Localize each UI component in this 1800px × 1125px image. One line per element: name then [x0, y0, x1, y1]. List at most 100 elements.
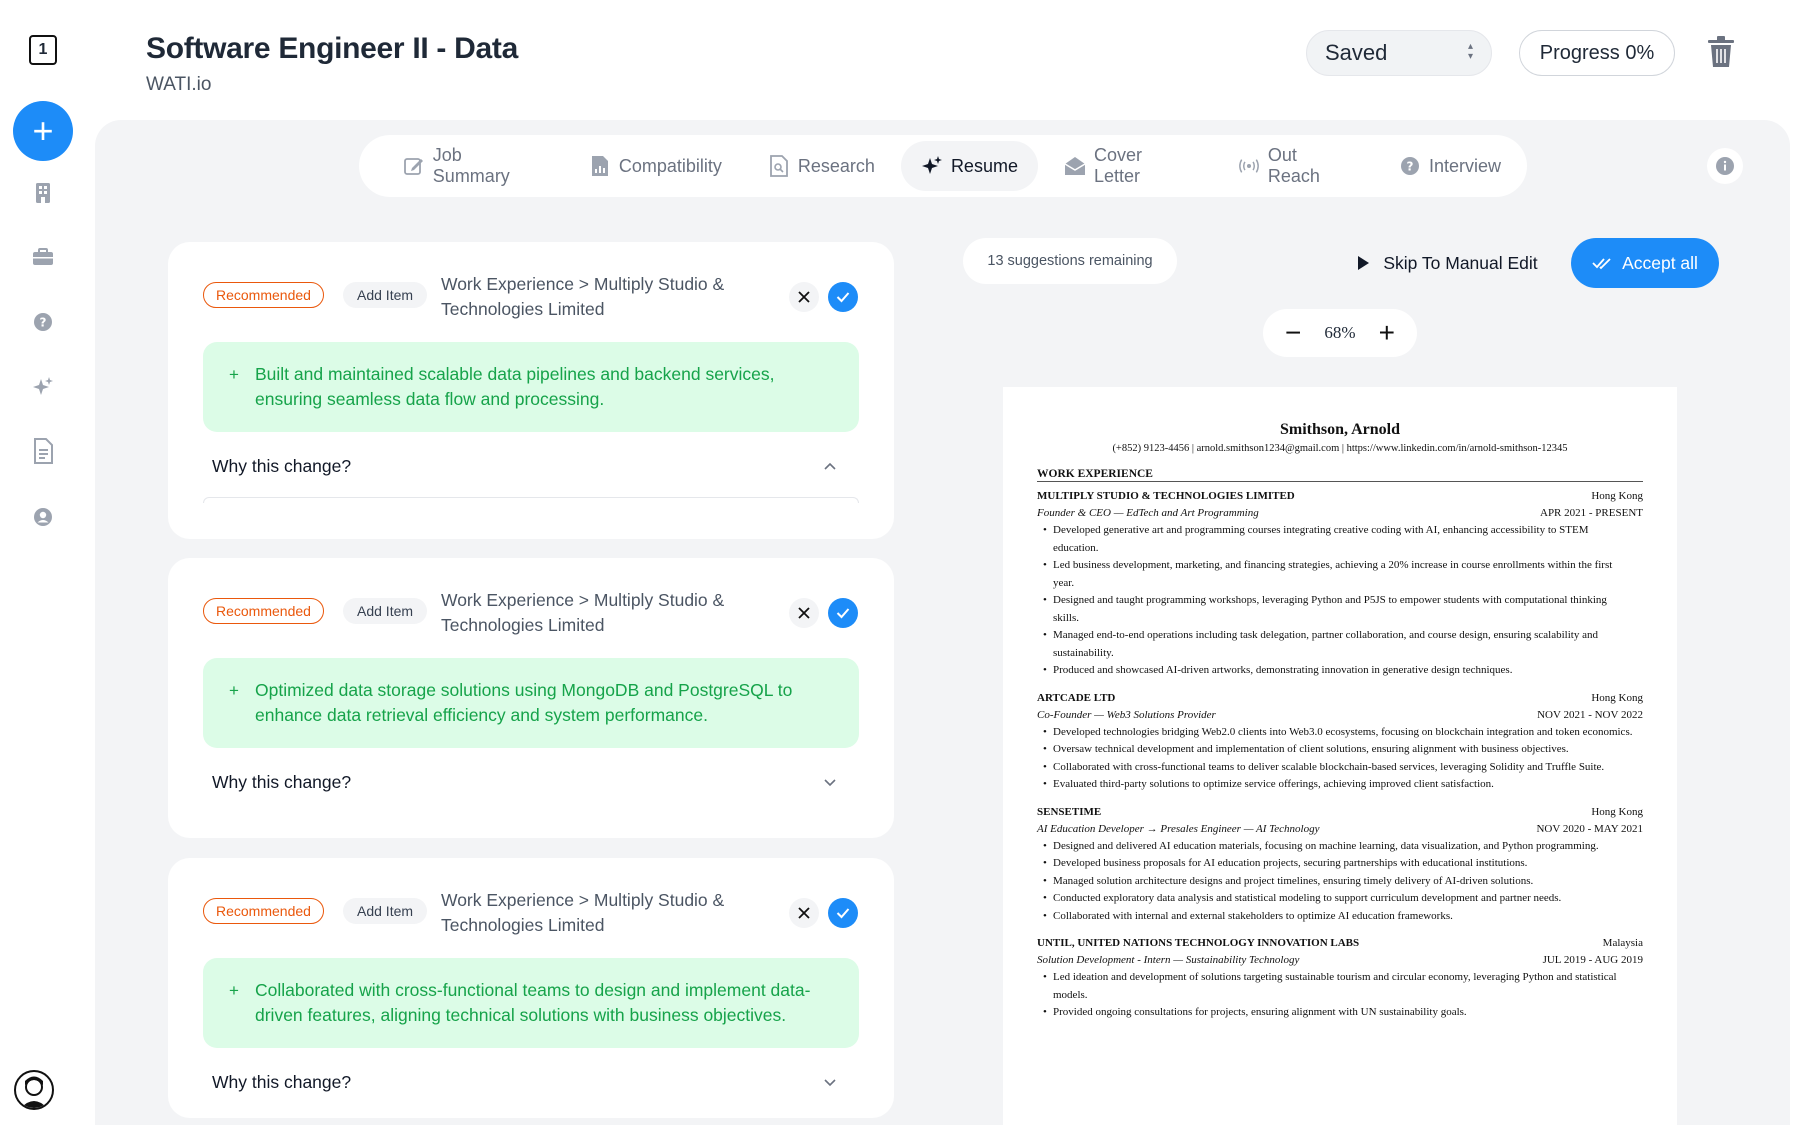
user-icon[interactable]	[29, 503, 57, 531]
resume-bullet: Evaluated third-party solutions to optim…	[1043, 776, 1643, 794]
tab-job-summary[interactable]: Job Summary	[383, 141, 563, 191]
edit-icon	[403, 155, 425, 177]
resume-company: SENSETIME	[1037, 805, 1102, 818]
resume-job-role-row: Co-Founder — Web3 Solutions Provider NOV …	[1037, 707, 1643, 724]
suggestions-remaining-badge: 13 suggestions remaining	[963, 238, 1177, 284]
chevron-down-icon[interactable]	[822, 774, 838, 790]
chevron-down-icon[interactable]	[822, 1074, 838, 1090]
zoom-level: 68%	[1324, 323, 1356, 342]
reject-button[interactable]	[789, 598, 819, 628]
play-icon	[1358, 256, 1370, 270]
suggestion-card: Recommended Add Item Work Experience > M…	[168, 858, 894, 1118]
company-name: WATI.io	[146, 74, 212, 95]
tab-resume[interactable]: Resume	[900, 141, 1038, 191]
add-button[interactable]: +	[13, 101, 73, 161]
tab-cover-letter[interactable]: Cover Letter	[1044, 141, 1212, 191]
resume-role: AI Education Developer → Presales Engine…	[1037, 822, 1320, 835]
resume-bullets: Led ideation and development of solution…	[1037, 969, 1643, 1022]
close-icon	[798, 907, 810, 919]
app-logo[interactable]: 1	[29, 35, 57, 65]
recommended-badge: Recommended	[203, 282, 324, 308]
resume-dates: NOV 2021 - NOV 2022	[1537, 708, 1643, 721]
tab-research[interactable]: Research	[748, 141, 895, 191]
resume-dates: NOV 2020 - MAY 2021	[1536, 822, 1643, 835]
why-toggle[interactable]: Why this change?	[212, 772, 351, 793]
select-arrows-icon: ▴ ▾	[1467, 41, 1473, 62]
resume-bullet: Managed end-to-end operations including …	[1043, 627, 1643, 662]
why-toggle[interactable]: Why this change?	[212, 1072, 351, 1093]
resume-job: MULTIPLY STUDIO & TECHNOLOGIES LIMITED Ho…	[1037, 488, 1643, 680]
double-check-icon	[1592, 258, 1611, 270]
svg-text:?: ?	[1406, 160, 1413, 174]
skip-label: Skip To Manual Edit	[1383, 252, 1538, 273]
avatar[interactable]	[14, 1070, 54, 1110]
suggestion-path: Work Experience > Multiply Studio & Tech…	[441, 590, 725, 635]
chevron-up-icon[interactable]	[822, 458, 838, 474]
sidebar: 1 + ?	[0, 0, 86, 1125]
accept-button[interactable]	[828, 598, 858, 628]
add-icon: +	[32, 110, 54, 151]
resume-job: SENSETIME Hong Kong AI Education Developer…	[1037, 804, 1643, 926]
resume-bullet: Designed and taught programming workshop…	[1043, 592, 1643, 627]
skip-to-manual-edit-button[interactable]: Skip To Manual Edit	[1340, 238, 1556, 288]
resume-preview[interactable]: Smithson, Arnold (+852) 9123-4456 | arno…	[1003, 387, 1677, 1125]
action-badge: Add Item	[343, 598, 428, 624]
file-search-icon	[768, 155, 790, 177]
zoom-in-button[interactable]: +	[1379, 319, 1395, 347]
tab-label: Out Reach	[1267, 145, 1320, 186]
resume-location: Malaysia	[1602, 937, 1643, 949]
trash-icon[interactable]	[1706, 36, 1738, 70]
suggestion-text: Optimized data storage solutions using M…	[255, 680, 793, 725]
accept-button[interactable]	[828, 282, 858, 312]
briefcase-icon[interactable]	[29, 243, 57, 271]
resume-bullet: Collaborated with cross-functional teams…	[1043, 759, 1643, 777]
resume-location: Hong Kong	[1591, 490, 1643, 502]
progress-badge[interactable]: Progress 0%	[1519, 30, 1675, 76]
recommended-badge: Recommended	[203, 898, 324, 924]
suggestion-text-box: + Collaborated with cross-functional tea…	[203, 958, 859, 1048]
accept-button[interactable]	[828, 898, 858, 928]
resume-section-title: WORK EXPERIENCE	[1037, 468, 1643, 482]
resume-role: Founder & CEO — EdTech and Art Programmi…	[1037, 507, 1259, 519]
tab-interview[interactable]: ? Interview	[1379, 141, 1521, 191]
accept-all-button[interactable]: Accept all	[1571, 238, 1719, 288]
reject-button[interactable]	[789, 898, 819, 928]
action-badge: Add Item	[343, 282, 428, 308]
info-icon	[1716, 157, 1734, 175]
tab-out-reach[interactable]: Out Reach	[1218, 141, 1373, 191]
tab-label: Research	[797, 155, 875, 176]
reject-button[interactable]	[789, 282, 819, 312]
app-logo-label: 1	[38, 41, 48, 58]
why-toggle[interactable]: Why this change?	[212, 456, 351, 477]
building-icon[interactable]	[29, 179, 57, 207]
action-badge: Add Item	[343, 898, 428, 924]
document-icon[interactable]	[29, 437, 57, 465]
resume-company: UNTIL, UNITED NATIONS TECHNOLOGY INNOVAT…	[1037, 937, 1360, 949]
help-icon[interactable]: ?	[29, 308, 57, 336]
resume-bullet: Led ideation and development of solution…	[1043, 969, 1643, 1004]
tab-label: Resume	[950, 155, 1018, 176]
status-select[interactable]: Saved ▴ ▾	[1306, 30, 1492, 76]
tab-label: Compatibility	[618, 155, 722, 176]
svg-text:?: ?	[40, 316, 47, 330]
tab-label: Job Summary	[432, 145, 510, 186]
main-panel: Job Summary Compatibility Research Resum…	[95, 120, 1790, 1125]
explanation-panel	[203, 497, 859, 503]
progress-label: Progress 0%	[1539, 41, 1655, 64]
status-value: Saved	[1325, 40, 1388, 65]
resume-jobs: MULTIPLY STUDIO & TECHNOLOGIES LIMITED Ho…	[1037, 488, 1643, 1022]
zoom-out-button[interactable]: −	[1285, 319, 1301, 347]
suggestion-path: Work Experience > Multiply Studio & Tech…	[441, 274, 725, 319]
resume-bullets: Developed technologies bridging Web2.0 c…	[1037, 724, 1643, 794]
resume-location: Hong Kong	[1591, 805, 1643, 818]
sparkles-icon[interactable]	[29, 373, 57, 401]
resume-job-role-row: Founder & CEO — EdTech and Art Programmi…	[1037, 505, 1643, 522]
check-icon	[836, 608, 850, 619]
tab-compatibility[interactable]: Compatibility	[569, 141, 742, 191]
resume-job-header: SENSETIME Hong Kong	[1037, 804, 1643, 821]
suggestion-text: Collaborated with cross-functional teams…	[255, 980, 811, 1025]
info-button[interactable]	[1707, 148, 1743, 184]
resume-bullet: Developed business proposals for AI educ…	[1043, 855, 1643, 873]
close-icon	[798, 291, 810, 303]
tab-bar: Job Summary Compatibility Research Resum…	[359, 135, 1527, 197]
